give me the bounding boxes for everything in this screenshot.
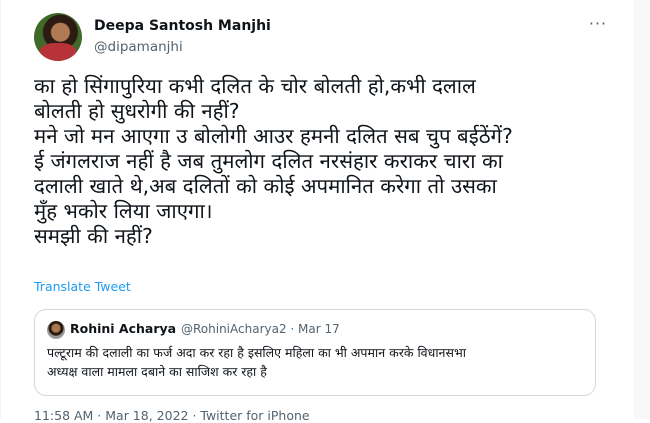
author-name[interactable]: Deepa Santosh Manjhi [94,18,271,34]
translate-tweet-link[interactable]: Translate Tweet [34,279,131,294]
more-dots-icon[interactable]: ··· [586,14,610,34]
author-avatar[interactable] [34,13,82,61]
quoted-tweet-text: पल्टूराम की दलाली का फर्ज अदा कर रहा है … [47,343,587,381]
quoted-author-meta: @RohiniAcharya2 · Mar 17 [181,322,340,336]
tweet-text-line: समझी की नहीं? [34,224,153,248]
left-border [0,0,1,419]
tweet-text-line: बोलती हो सुधरोगी की नहीं? [34,99,240,123]
quoted-text-line: पल्टूराम की दलाली का फर्ज अदा कर रहा है … [47,345,466,360]
tweet-text: का हो सिंगापुरिया कभी दलित के चोर बोलती … [34,74,609,249]
scrollbar-track[interactable] [634,0,650,419]
tweet-text-line: का हो सिंगापुरिया कभी दलित के चोर बोलती … [34,74,476,98]
author-handle[interactable]: @dipamanjhi [94,39,183,55]
quoted-author-name: Rohini Acharya [70,321,177,336]
tweet-text-line: ई जंगलराज नहीं है जब तुमलोग दलित नरसंहार… [34,149,503,173]
tweet-text-line: मुँह भकोर लिया जाएगा। [34,199,213,223]
tweet-text-line: मने जो मन आएगा उ बोलोगी आउर हमनी दलित सब… [34,124,513,148]
quoted-author-avatar [47,321,65,339]
quoted-tweet-card[interactable]: Rohini Acharya @RohiniAcharya2 · Mar 17 … [34,309,596,396]
tweet-text-line: दलाली खाते थे,अब दलितों को कोई अपमानित क… [34,174,497,198]
quoted-text-line: अध्यक्ष वाला मामला दबाने का साजिश कर रहा… [47,364,267,379]
tweet-timestamp[interactable]: 11:58 AM · Mar 18, 2022 · Twitter for iP… [34,408,310,423]
avatar-figure [40,43,76,61]
